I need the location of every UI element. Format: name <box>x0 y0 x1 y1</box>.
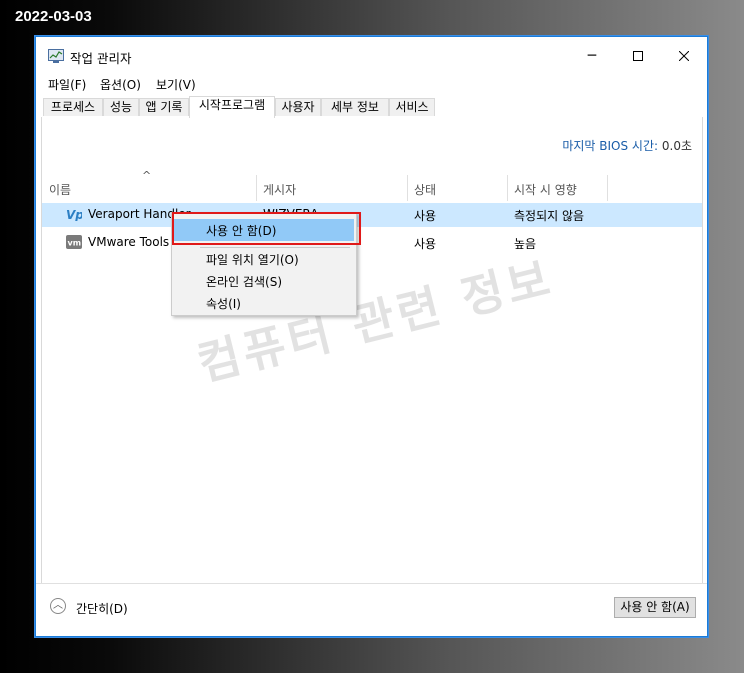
chevron-up-icon[interactable]: ︿ <box>50 598 66 614</box>
tab-details[interactable]: 세부 정보 <box>321 98 389 116</box>
menu-item-label: 파일 위치 열기(O) <box>206 253 299 267</box>
bios-time: 마지막 BIOS 시간: 0.0초 <box>562 137 692 154</box>
tab-processes[interactable]: 프로세스 <box>43 98 103 116</box>
maximize-button[interactable] <box>615 37 661 75</box>
menu-file[interactable]: 파일(F) <box>48 76 86 93</box>
row-name: VMware Tools <box>88 235 170 249</box>
tab-users[interactable]: 사용자 <box>275 98 321 116</box>
column-separator[interactable] <box>507 175 508 201</box>
task-manager-icon <box>48 49 64 63</box>
tab-performance[interactable]: 성능 <box>103 98 139 116</box>
date-stamp: 2022-03-03 <box>15 8 92 25</box>
column-separator[interactable] <box>256 175 257 201</box>
menu-item-label: 속성(I) <box>206 297 241 311</box>
column-separator[interactable] <box>407 175 408 201</box>
row-status: 사용 <box>414 209 437 223</box>
tab-startup[interactable]: 시작프로그램 <box>189 96 275 118</box>
startup-panel: 마지막 BIOS 시간: 0.0초 ^ 이름 게시자 상태 시작 시 영향 Vp… <box>41 117 703 585</box>
table-row[interactable]: Vp Veraport Handler WIZVERA 사용 측정되지 않음 <box>42 203 702 227</box>
sort-indicator-icon: ^ <box>142 169 152 182</box>
close-button[interactable] <box>661 37 707 75</box>
row-impact: 측정되지 않음 <box>514 209 585 223</box>
bios-time-label: 마지막 BIOS 시간: <box>562 139 659 153</box>
title-bar: 작업 관리자 ─ <box>36 37 707 75</box>
highlight-box <box>172 212 361 245</box>
column-publisher[interactable]: 게시자 <box>263 179 296 201</box>
row-status: 사용 <box>414 237 437 251</box>
fewer-details-link[interactable]: 간단히(D) <box>76 600 128 617</box>
veraport-icon: Vp <box>66 208 82 221</box>
menu-item-search-online[interactable]: 온라인 검색(S) <box>174 270 354 292</box>
row-impact: 높음 <box>514 237 537 251</box>
svg-text:vm: vm <box>68 239 82 248</box>
close-icon <box>679 51 689 61</box>
bios-time-value: 0.0초 <box>661 139 692 153</box>
menu-item-label: 온라인 검색(S) <box>206 275 282 289</box>
column-separator[interactable] <box>607 175 608 201</box>
tab-strip: 프로세스 성능 앱 기록 시작프로그램 사용자 세부 정보 서비스 <box>41 96 703 118</box>
vmware-icon: vm <box>66 235 82 249</box>
menu-bar: 파일(F) 옵션(O) 보기(V) <box>36 74 707 94</box>
task-manager-window: 작업 관리자 ─ 파일(F) 옵션(O) 보기(V) 프로세스 성능 앱 기록 … <box>35 36 708 637</box>
minimize-button[interactable]: ─ <box>569 37 615 75</box>
column-name[interactable]: 이름 <box>49 179 71 201</box>
menu-item-properties[interactable]: 속성(I) <box>174 292 354 314</box>
svg-text:Vp: Vp <box>66 208 82 221</box>
minimize-icon: ─ <box>587 48 597 64</box>
tab-services[interactable]: 서비스 <box>389 98 435 116</box>
disable-button[interactable]: 사용 안 함(A) <box>614 597 696 618</box>
maximize-icon <box>633 51 643 61</box>
column-startup-impact[interactable]: 시작 시 영향 <box>514 179 577 201</box>
window-title: 작업 관리자 <box>70 51 132 66</box>
table-row[interactable]: vm VMware Tools 사용 높음 <box>42 231 702 255</box>
tab-app-history[interactable]: 앱 기록 <box>139 98 189 116</box>
menu-item-open-file-location[interactable]: 파일 위치 열기(O) <box>174 248 354 270</box>
footer-bar: ︿ 간단히(D) 사용 안 함(A) <box>36 583 707 636</box>
column-status[interactable]: 상태 <box>414 179 436 201</box>
menu-options[interactable]: 옵션(O) <box>100 76 141 93</box>
menu-view[interactable]: 보기(V) <box>156 76 196 93</box>
